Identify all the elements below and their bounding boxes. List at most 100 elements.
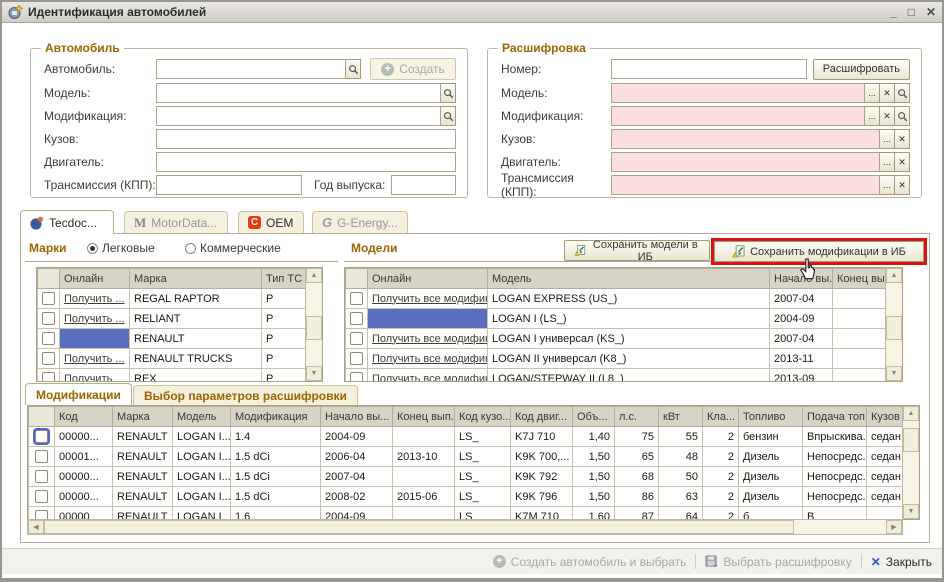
decode-model-input[interactable]: [611, 83, 865, 103]
tab-decode-params[interactable]: Выбор параметров расшифровки: [133, 385, 358, 405]
marks-table[interactable]: ОнлайнМаркаТип ТСПолучить ...REGAL RAPTO…: [37, 268, 305, 381]
tab-genergy[interactable]: G G-Energy...: [312, 211, 408, 233]
column-header[interactable]: Подача топ...: [803, 407, 867, 427]
body-input[interactable]: [156, 129, 456, 149]
column-header[interactable]: л.с.: [615, 407, 659, 427]
close-window-button[interactable]: ✕: [926, 6, 936, 18]
maximize-button[interactable]: □: [908, 6, 915, 18]
scroll-thumb[interactable]: [44, 520, 794, 534]
row-checkbox[interactable]: [35, 450, 48, 463]
models-vertical-scrollbar[interactable]: ▲ ▼: [885, 268, 902, 381]
column-header[interactable]: Марка: [130, 269, 262, 289]
table-row[interactable]: ПолучитьREXP: [38, 369, 306, 382]
scroll-right-icon[interactable]: ▶: [886, 520, 902, 534]
row-checkbox[interactable]: [350, 352, 363, 365]
decode-engine-input[interactable]: [611, 152, 880, 172]
scroll-thumb[interactable]: [306, 316, 322, 340]
column-header[interactable]: кВт: [659, 407, 703, 427]
magnifier-icon[interactable]: [346, 59, 361, 79]
close-button[interactable]: ✕ Закрыть: [871, 555, 932, 569]
row-checkbox[interactable]: [35, 430, 48, 443]
scroll-up-icon[interactable]: ▲: [886, 268, 902, 283]
scroll-down-icon[interactable]: ▼: [306, 366, 322, 381]
decode-button[interactable]: Расшифровать: [813, 59, 910, 80]
magnifier-icon[interactable]: [895, 83, 910, 103]
table-row[interactable]: 00000...RENAULTLOGAN I...1.5 dCi2007-04L…: [29, 467, 903, 487]
column-header[interactable]: [38, 269, 60, 289]
selected-cell[interactable]: [60, 329, 130, 349]
column-header[interactable]: [29, 407, 55, 427]
online-link[interactable]: Получить: [64, 373, 112, 382]
scroll-thumb[interactable]: [886, 316, 902, 340]
row-checkbox[interactable]: [35, 510, 48, 519]
column-header[interactable]: Кузов: [867, 407, 903, 427]
table-row[interactable]: RENAULTP: [38, 329, 306, 349]
browse-button[interactable]: ...: [865, 106, 880, 126]
row-checkbox[interactable]: [350, 312, 363, 325]
online-link[interactable]: Получить все модифика...: [372, 333, 488, 345]
modification-input[interactable]: [156, 106, 441, 126]
column-header[interactable]: Конец вып.: [833, 269, 886, 289]
modifications-vertical-scrollbar[interactable]: ▲ ▼: [902, 406, 919, 519]
browse-button[interactable]: ...: [880, 175, 895, 195]
model-input[interactable]: [156, 83, 441, 103]
minimize-button[interactable]: _: [890, 6, 897, 18]
row-checkbox[interactable]: [350, 292, 363, 305]
radio-commercial[interactable]: Коммерческие: [185, 241, 281, 255]
table-row[interactable]: 00001...RENAULTLOGAN I...1.5 dCi2006-042…: [29, 447, 903, 467]
clear-button[interactable]: ✕: [880, 83, 895, 103]
row-checkbox[interactable]: [42, 312, 55, 325]
column-header[interactable]: Онлайн: [368, 269, 488, 289]
column-header[interactable]: Конец вып.: [393, 407, 455, 427]
create-car-and-select-button[interactable]: + Создать автомобиль и выбрать: [493, 555, 687, 569]
tab-oem[interactable]: C OEM: [238, 211, 304, 233]
table-row[interactable]: Получить все модификаLOGAN/STEPWAY II (L…: [346, 369, 886, 382]
decode-transmission-input[interactable]: [611, 175, 880, 195]
modifications-table[interactable]: КодМаркаМодельМодификацияНачало вы...Кон…: [28, 406, 902, 519]
table-row[interactable]: 00000...RENAULTLOGAN I...1.5 dCi2008-022…: [29, 487, 903, 507]
clear-button[interactable]: ✕: [880, 106, 895, 126]
row-checkbox[interactable]: [35, 470, 48, 483]
models-table[interactable]: ОнлайнМодельНачало вы...Конец вып.Получи…: [345, 268, 885, 381]
row-checkbox[interactable]: [42, 292, 55, 305]
transmission-input[interactable]: [156, 175, 302, 195]
column-header[interactable]: Модель: [173, 407, 231, 427]
browse-button[interactable]: ...: [880, 129, 895, 149]
online-link[interactable]: Получить ...: [64, 353, 125, 365]
row-checkbox[interactable]: [42, 332, 55, 345]
create-button[interactable]: + Создать: [370, 58, 456, 80]
column-header[interactable]: Тип ТС: [262, 269, 306, 289]
row-checkbox[interactable]: [42, 352, 55, 365]
clear-button[interactable]: ✕: [895, 175, 910, 195]
year-input[interactable]: [391, 175, 456, 195]
table-row[interactable]: LOGAN I (LS_)2004-09: [346, 309, 886, 329]
modifications-horizontal-scrollbar[interactable]: ◀ ▶: [27, 519, 903, 535]
radio-passenger[interactable]: Легковые: [87, 241, 155, 255]
magnifier-icon[interactable]: [441, 106, 456, 126]
table-row[interactable]: Получить ...RELIANTP: [38, 309, 306, 329]
column-header[interactable]: Код кузо...: [455, 407, 511, 427]
browse-button[interactable]: ...: [865, 83, 880, 103]
magnifier-icon[interactable]: [895, 106, 910, 126]
online-link[interactable]: Получить все модифика: [372, 373, 488, 382]
column-header[interactable]: Код: [55, 407, 113, 427]
browse-button[interactable]: ...: [880, 152, 895, 172]
scroll-left-icon[interactable]: ◀: [28, 520, 44, 534]
column-header[interactable]: Онлайн: [60, 269, 130, 289]
table-row[interactable]: 00000...RENAULTLOGAN I...1.42004-09LS_K7…: [29, 427, 903, 447]
scroll-down-icon[interactable]: ▼: [903, 504, 919, 519]
online-link[interactable]: Получить все модифика...: [372, 353, 488, 365]
row-checkbox[interactable]: [42, 372, 55, 381]
row-checkbox[interactable]: [350, 372, 363, 381]
column-header[interactable]: Топливо: [739, 407, 803, 427]
table-row[interactable]: Получить все модифика...LOGAN I универса…: [346, 329, 886, 349]
column-header[interactable]: Код двиг...: [511, 407, 573, 427]
row-checkbox[interactable]: [35, 490, 48, 503]
clear-button[interactable]: ✕: [895, 129, 910, 149]
online-link[interactable]: Получить ...: [64, 293, 125, 305]
scroll-up-icon[interactable]: ▲: [903, 406, 919, 421]
decode-body-input[interactable]: [611, 129, 880, 149]
select-decode-button[interactable]: Выбрать расшифровку: [705, 555, 851, 569]
car-input[interactable]: [156, 59, 346, 79]
column-header[interactable]: Модель: [488, 269, 770, 289]
